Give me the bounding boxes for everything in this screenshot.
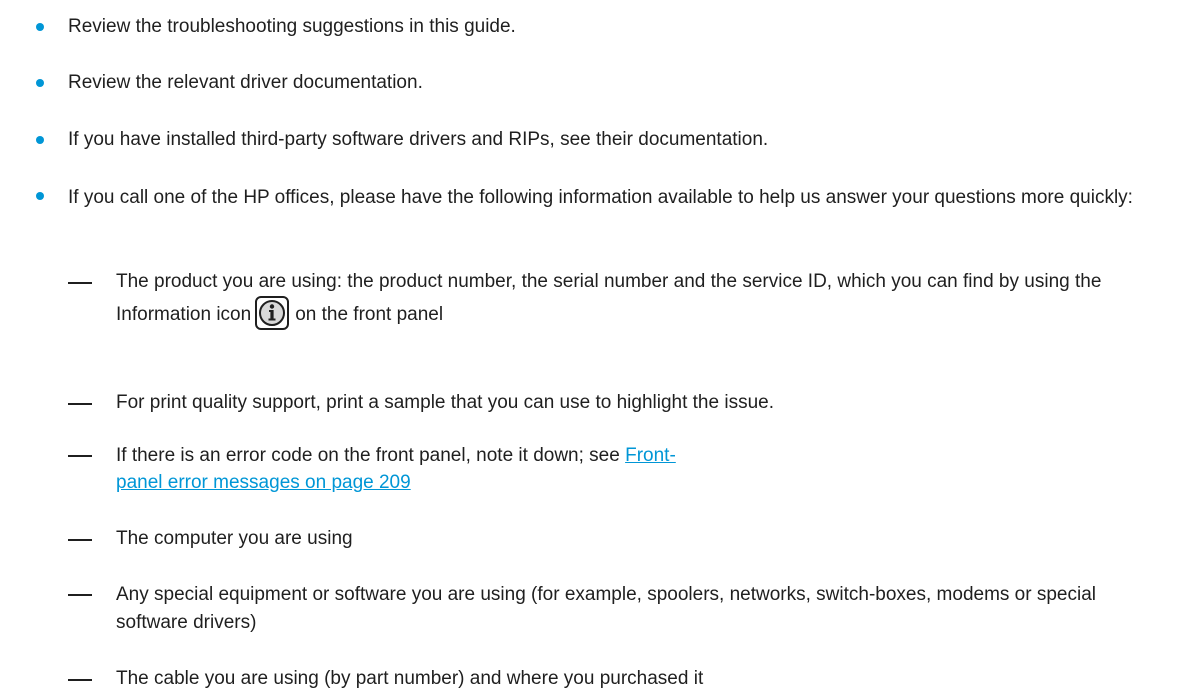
dash-marker [68, 594, 92, 596]
sub-item-text: Any special equipment or software you ar… [116, 584, 1096, 633]
sub-item-text: The product you are using: the product n… [116, 266, 1168, 332]
dash-marker [68, 539, 92, 541]
bullet-icon [36, 136, 44, 144]
sub-item-text: If there is an error code on the front p… [116, 442, 716, 496]
bullet-text: If you call one of the HP offices, pleas… [68, 187, 1133, 208]
bullet-text: If you have installed third-party softwa… [68, 129, 769, 150]
sub-item-text: The computer you are using [116, 528, 353, 549]
bullet-icon [36, 79, 44, 87]
dash-marker [68, 679, 92, 681]
error-code-text: If there is an error code on the front p… [116, 445, 620, 466]
bullet-icon [36, 192, 44, 200]
dash-marker [68, 282, 92, 284]
bullet-text: Review the troubleshooting suggestions i… [68, 16, 516, 37]
bullet-icon [36, 23, 44, 31]
sub-item-text: The cable you are using (by part number)… [116, 668, 704, 689]
document-page: Review the troubleshooting suggestions i… [0, 0, 1195, 692]
bullet-text: Review the relevant driver documentation… [68, 72, 423, 93]
sub-item-text: For print quality support, print a sampl… [116, 392, 774, 413]
information-icon [255, 296, 290, 330]
dash-marker [68, 455, 92, 457]
dash-marker [68, 403, 92, 405]
product-text-end: on the front panel [295, 304, 444, 326]
